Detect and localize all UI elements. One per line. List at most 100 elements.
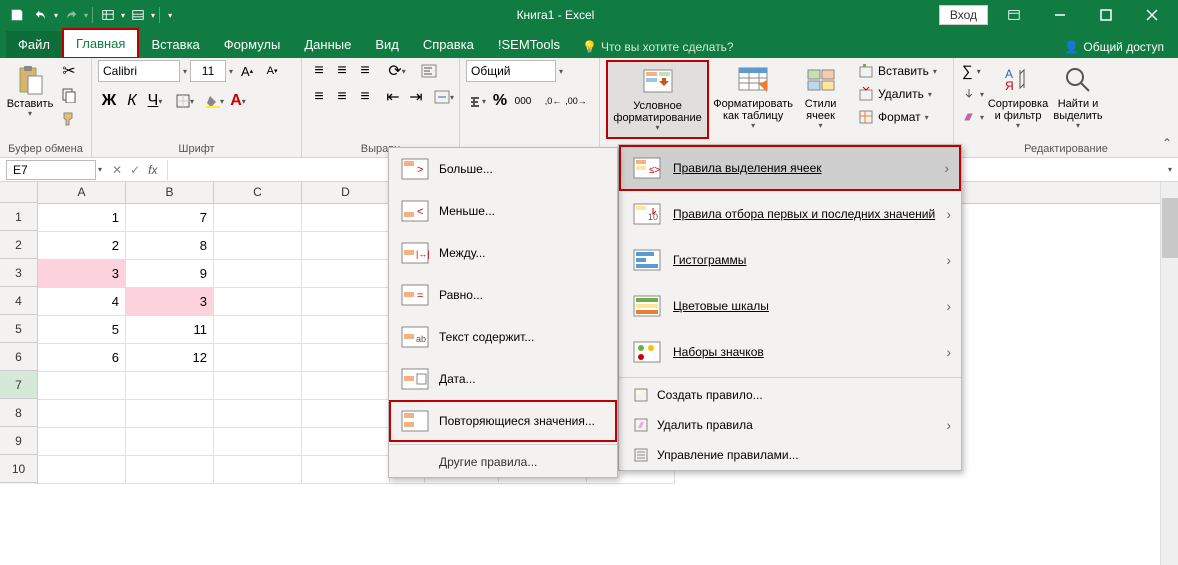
menu-duplicate-values[interactable]: Повторяющиеся значения... — [389, 400, 617, 442]
paste-button[interactable]: Вставить ▾ — [6, 60, 54, 123]
align-left-icon[interactable]: ≡ — [308, 86, 330, 108]
collapse-ribbon-icon[interactable]: ⌃ — [1162, 136, 1172, 150]
conditional-formatting-button[interactable]: Условное форматирование▾ — [606, 60, 709, 139]
currency-icon[interactable]: ▾ — [466, 90, 488, 112]
number-format-select[interactable]: Общий — [466, 60, 556, 82]
cell-B7[interactable] — [126, 372, 214, 400]
cell-A10[interactable] — [38, 456, 126, 484]
row-header-2[interactable]: 2 — [0, 231, 37, 259]
border-icon[interactable]: ▾ — [174, 90, 196, 112]
cell-A8[interactable] — [38, 400, 126, 428]
autosum-icon[interactable]: ∑▾ — [960, 60, 986, 82]
column-header-A[interactable]: A — [38, 182, 126, 203]
cell-C8[interactable] — [214, 400, 302, 428]
column-header-B[interactable]: B — [126, 182, 214, 203]
qat-custom2-icon[interactable] — [127, 4, 149, 26]
align-right-icon[interactable]: ≡ — [354, 86, 376, 108]
percent-icon[interactable]: % — [489, 90, 511, 112]
cell-D3[interactable] — [302, 260, 390, 288]
decrease-indent-icon[interactable]: ⇤ — [382, 86, 404, 108]
cell-A1[interactable]: 1 — [38, 204, 126, 232]
row-header-1[interactable]: 1 — [0, 203, 37, 231]
redo-icon[interactable] — [60, 4, 82, 26]
increase-font-icon[interactable]: A▴ — [236, 60, 258, 82]
align-top-icon[interactable]: ≡ — [308, 60, 330, 82]
menu-clear-rules[interactable]: Удалить правила — [619, 410, 961, 440]
wrap-text-icon[interactable] — [418, 60, 440, 82]
share-button[interactable]: 👤 Общий доступ — [1050, 36, 1178, 58]
save-icon[interactable] — [6, 4, 28, 26]
menu-color-scales[interactable]: Цветовые шкалы — [619, 283, 961, 329]
cell-A3[interactable]: 3 — [38, 260, 126, 288]
tab-file[interactable]: Файл — [6, 31, 62, 58]
cell-A5[interactable]: 5 — [38, 316, 126, 344]
cell-B3[interactable]: 9 — [126, 260, 214, 288]
row-header-7[interactable]: 7 — [0, 371, 37, 399]
cell-B9[interactable] — [126, 428, 214, 456]
cell-D6[interactable] — [302, 344, 390, 372]
format-as-table-button[interactable]: Форматировать как таблицу▾ — [713, 60, 793, 135]
fill-color-icon[interactable]: ▾ — [204, 90, 226, 112]
tab-insert[interactable]: Вставка — [139, 31, 211, 58]
cell-B10[interactable] — [126, 456, 214, 484]
cell-D5[interactable] — [302, 316, 390, 344]
merge-cells-icon[interactable]: ▾ — [433, 86, 455, 108]
italic-button[interactable]: К — [121, 90, 143, 112]
cell-B2[interactable]: 8 — [126, 232, 214, 260]
menu-equal-to[interactable]: = Равно... — [389, 274, 617, 316]
copy-icon[interactable] — [58, 84, 80, 106]
cell-A9[interactable] — [38, 428, 126, 456]
row-header-8[interactable]: 8 — [0, 399, 37, 427]
cells-format-button[interactable]: Формат▾ — [856, 106, 931, 128]
cell-C2[interactable] — [214, 232, 302, 260]
cell-B8[interactable] — [126, 400, 214, 428]
tell-me-search[interactable]: 💡 Что вы хотите сделать? — [572, 36, 744, 58]
cell-C4[interactable] — [214, 288, 302, 316]
menu-new-rule[interactable]: Создать правило... — [619, 380, 961, 410]
increase-indent-icon[interactable]: ⇥ — [405, 86, 427, 108]
close-button[interactable] — [1132, 1, 1172, 29]
cell-D8[interactable] — [302, 400, 390, 428]
row-header-10[interactable]: 10 — [0, 455, 37, 483]
find-select-button[interactable]: Найти и выделить▾ — [1050, 60, 1106, 135]
align-center-icon[interactable]: ≡ — [331, 86, 353, 108]
clear-icon[interactable]: ▾ — [960, 106, 986, 128]
cell-C10[interactable] — [214, 456, 302, 484]
column-header-C[interactable]: C — [214, 182, 302, 203]
tab-home[interactable]: Главная — [62, 28, 139, 59]
align-bottom-icon[interactable]: ≡ — [354, 60, 376, 82]
decrease-font-icon[interactable]: A▾ — [261, 60, 283, 82]
undo-icon[interactable] — [30, 4, 52, 26]
cell-D1[interactable] — [302, 204, 390, 232]
comma-icon[interactable]: 000 — [512, 90, 534, 112]
minimize-button[interactable] — [1040, 1, 1080, 29]
menu-data-bars[interactable]: Гистограммы — [619, 237, 961, 283]
menu-more-rules[interactable]: Другие правила... — [389, 447, 617, 477]
menu-icon-sets[interactable]: Наборы значков — [619, 329, 961, 375]
cell-C5[interactable] — [214, 316, 302, 344]
row-header-6[interactable]: 6 — [0, 343, 37, 371]
row-header-3[interactable]: 3 — [0, 259, 37, 287]
cell-D4[interactable] — [302, 288, 390, 316]
cell-B1[interactable]: 7 — [126, 204, 214, 232]
select-all-corner[interactable] — [0, 182, 37, 203]
cell-C1[interactable] — [214, 204, 302, 232]
cell-A2[interactable]: 2 — [38, 232, 126, 260]
row-header-9[interactable]: 9 — [0, 427, 37, 455]
tab-formulas[interactable]: Формулы — [212, 31, 293, 58]
cell-B5[interactable]: 11 — [126, 316, 214, 344]
menu-greater-than[interactable]: > Больше... — [389, 148, 617, 190]
sort-filter-button[interactable]: AЯ Сортировка и фильтр▾ — [990, 60, 1046, 135]
decrease-decimal-icon[interactable]: ,00→ — [565, 90, 587, 112]
fill-icon[interactable]: ▾ — [960, 83, 986, 105]
cells-delete-button[interactable]: Удалить▾ — [856, 83, 934, 105]
cell-styles-button[interactable]: Стили ячеек▾ — [797, 60, 844, 135]
cell-C7[interactable] — [214, 372, 302, 400]
format-painter-icon[interactable] — [58, 108, 80, 130]
ribbon-display-icon[interactable] — [994, 1, 1034, 29]
tab-semtools[interactable]: !SEMTools — [486, 31, 572, 58]
vertical-scrollbar[interactable] — [1160, 182, 1178, 565]
cell-D2[interactable] — [302, 232, 390, 260]
underline-button[interactable]: Ч▾ — [144, 90, 166, 112]
tab-help[interactable]: Справка — [411, 31, 486, 58]
